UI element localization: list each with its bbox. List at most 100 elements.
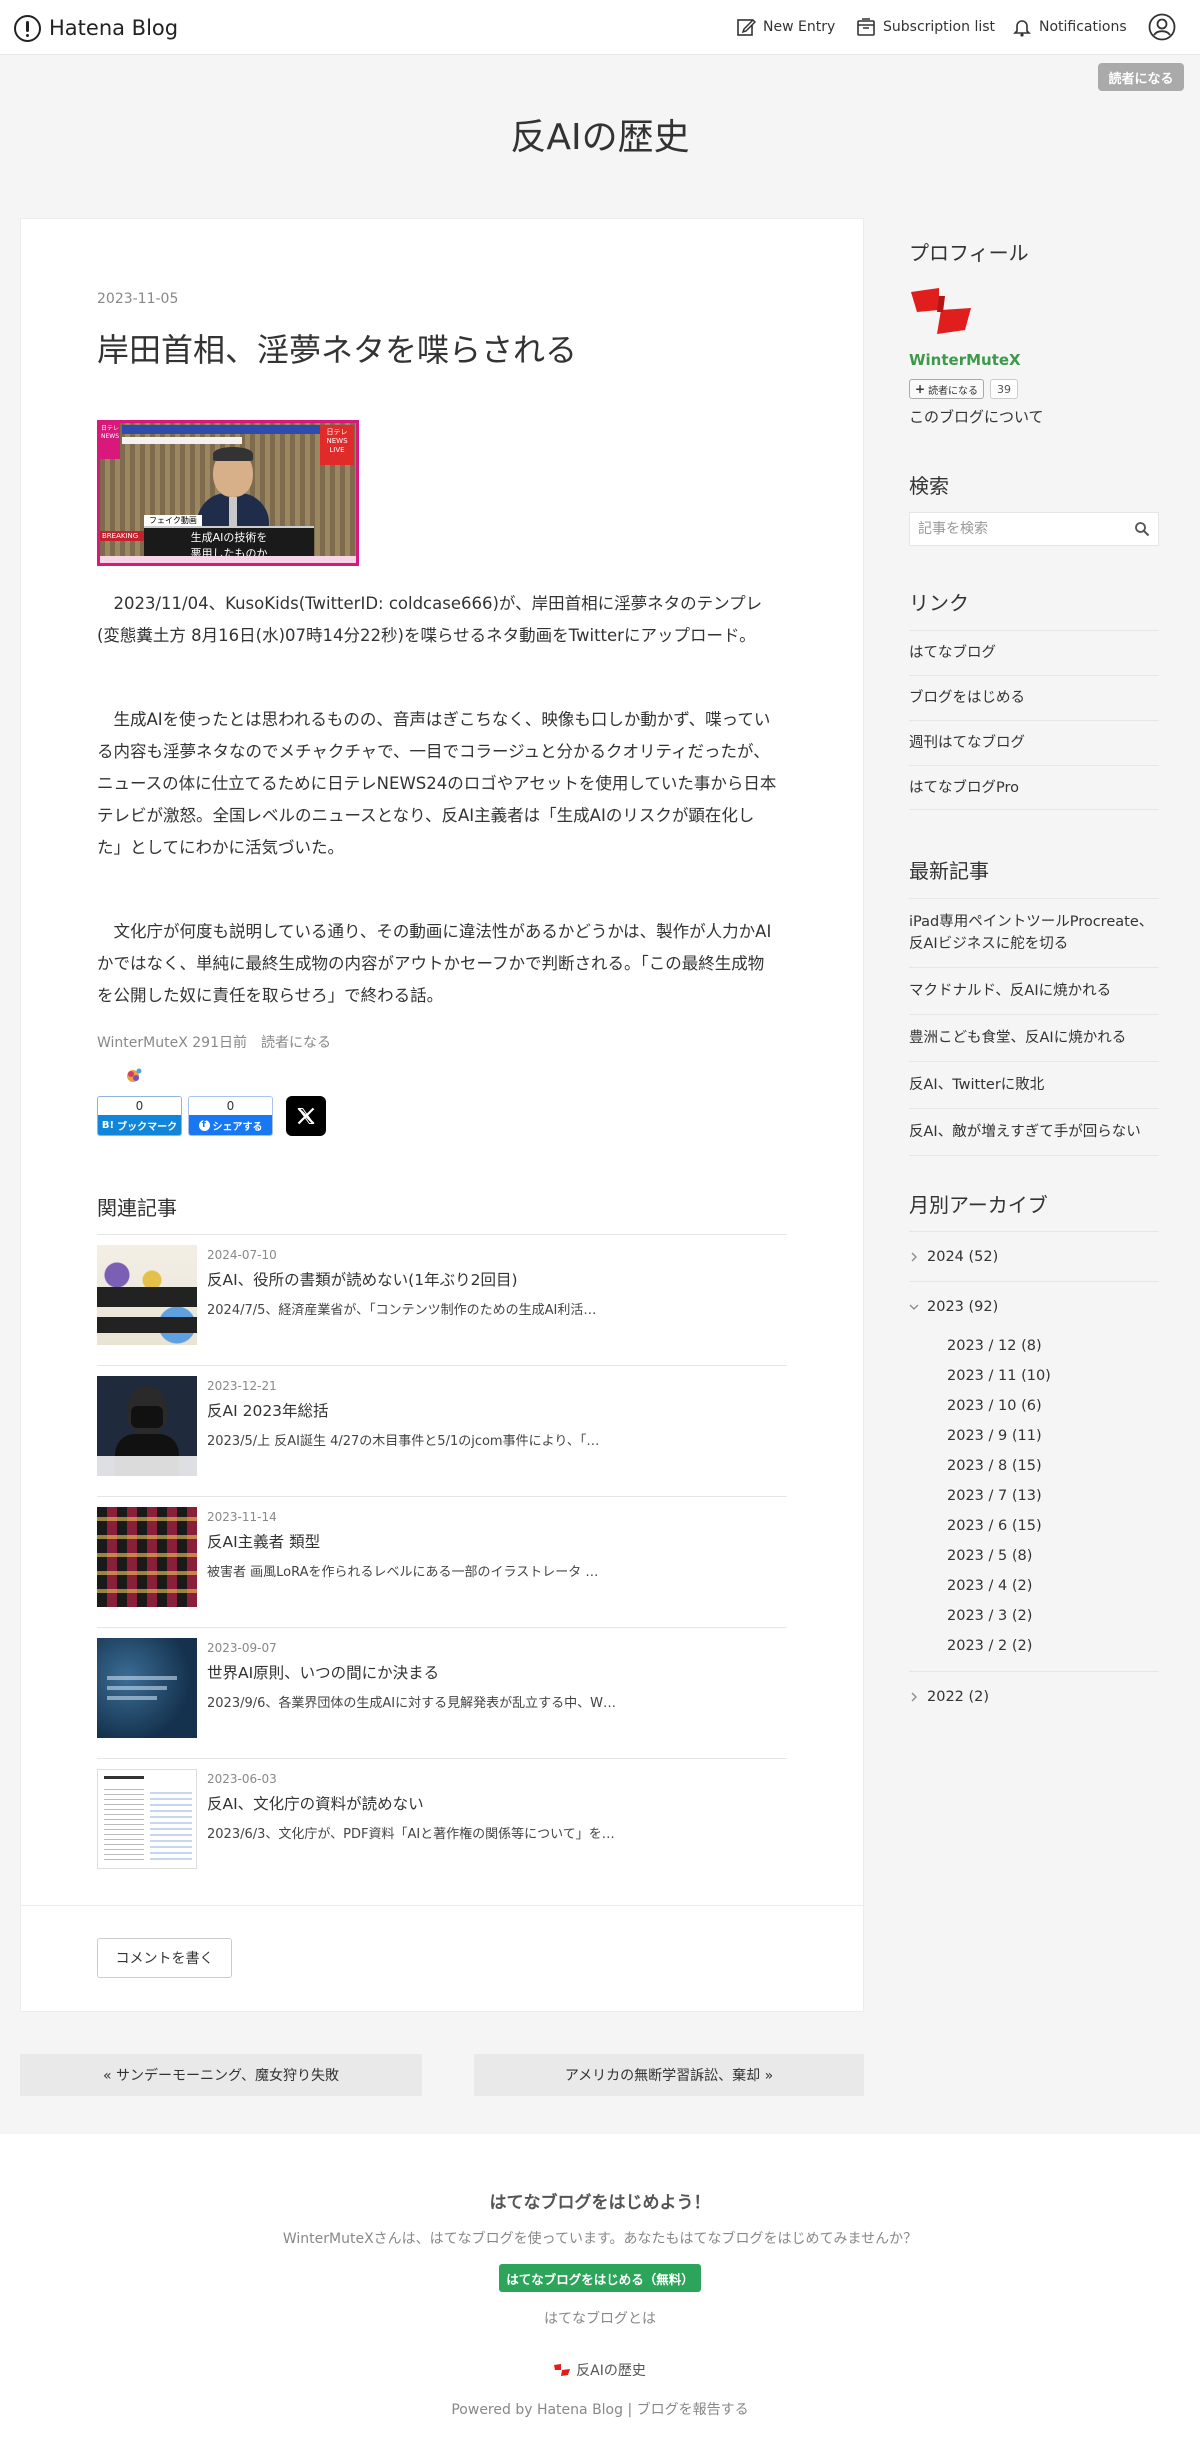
recent-list: iPad専用ペイントツールProcreate、反AIビジネスに舵を切る マクドナ…	[909, 898, 1159, 1156]
related-thumbnail	[97, 1376, 197, 1476]
related-title[interactable]: 反AI、文化庁の資料が読めない	[207, 1792, 424, 1814]
prev-article-link[interactable]: « サンデーモーニング、魔女狩り失敗	[20, 2054, 422, 2096]
notifications-label: Notifications	[1039, 19, 1127, 35]
report-blog-link[interactable]: ブログを報告する	[637, 2402, 749, 2418]
archive-month[interactable]: 2023 / 7 (13)	[947, 1481, 1159, 1511]
blog-favicon-icon	[554, 2364, 571, 2376]
share-label: シェアする	[212, 1121, 263, 1133]
x-share-button[interactable]	[286, 1096, 326, 1136]
subscription-list-link[interactable]: Subscription list	[856, 16, 995, 38]
article-title[interactable]: 岸田首相、淫夢ネタを喋らされる	[97, 325, 577, 371]
bell-icon	[1013, 20, 1031, 37]
bookmark-label-row: B! ブックマーク	[98, 1115, 181, 1135]
archive-month[interactable]: 2023 / 6 (15)	[947, 1511, 1159, 1541]
archive-month[interactable]: 2023 / 4 (2)	[947, 1571, 1159, 1601]
archive-month[interactable]: 2023 / 12 (8)	[947, 1331, 1159, 1361]
write-comment-button[interactable]: コメントを書く	[97, 1938, 232, 1978]
related-title[interactable]: 反AI 2023年総括	[207, 1399, 329, 1421]
related-item[interactable]: 2024-07-10 反AI、役所の書類が読めない(1年ぶり2回目) 2024/…	[97, 1234, 787, 1365]
new-entry-link[interactable]: New Entry	[736, 16, 835, 38]
archive-month[interactable]: 2023 / 10 (6)	[947, 1391, 1159, 1421]
footer-button-wrap: はてなブログをはじめる（無料）	[0, 2264, 1200, 2292]
related-date: 2023-12-21	[207, 1379, 277, 1393]
related-desc: 2024/7/5、経済産業省が、「コンテンツ制作のための生成AI利活…	[207, 1303, 597, 1318]
facebook-share-button[interactable]: 0 f シェアする	[188, 1096, 273, 1136]
link-item[interactable]: ブログをはじめる	[909, 675, 1159, 720]
logo-text: Hatena Blog	[49, 16, 179, 40]
related-desc: 2023/6/3、文化庁が、PDF資料「AIと著作権の関係等について」を…	[207, 1827, 615, 1842]
footer-heading: はてなブログをはじめよう！	[489, 2193, 711, 2213]
image-breaking-label: BREAKING	[100, 531, 144, 541]
profile-follow-button[interactable]: + 読者になる	[909, 379, 985, 399]
search-input[interactable]	[918, 521, 1134, 537]
hatena-logo-icon	[14, 14, 41, 42]
archive-year-2022[interactable]: 2022 (2)	[909, 1671, 1159, 1721]
related-title[interactable]: 反AI主義者 類型	[207, 1530, 320, 1552]
search-icon[interactable]	[1134, 521, 1150, 537]
recent-item[interactable]: マクドナルド、反AIに焼かれる	[909, 967, 1159, 1014]
chevron-right-icon	[911, 1252, 917, 1261]
bookmark-label: ブックマーク	[117, 1121, 178, 1133]
archive-year-label: 2022 (2)	[927, 1688, 990, 1705]
subscription-icon	[857, 18, 875, 36]
archive-month[interactable]: 2023 / 2 (2)	[947, 1631, 1159, 1661]
powered-by-link[interactable]: Powered by Hatena Blog	[451, 2402, 623, 2418]
archive-month[interactable]: 2023 / 11 (10)	[947, 1361, 1159, 1391]
links-list: はてなブログ ブログをはじめる 週刊はてなブログ はてなブログPro	[909, 630, 1159, 810]
image-hair	[213, 447, 253, 461]
archive-year-2023[interactable]: 2023 (92)	[909, 1281, 1159, 1331]
article-byline: WinterMuteX 291日前 読者になる	[97, 1032, 331, 1052]
star-add-icon[interactable]	[124, 1066, 144, 1086]
byline-ago: 291日前	[192, 1035, 247, 1051]
related-item[interactable]: 2023-06-03 反AI、文化庁の資料が読めない 2023/6/3、文化庁が…	[97, 1758, 787, 1889]
plus-icon: +	[915, 382, 926, 396]
start-blog-button[interactable]: はてなブログをはじめる（無料）	[499, 2264, 701, 2292]
link-item[interactable]: はてなブログPro	[909, 765, 1159, 810]
byline-follow-link[interactable]: 読者になる	[261, 1032, 331, 1052]
global-header: Hatena Blog New Entry Subscription list …	[0, 0, 1200, 55]
profile-follow-label: 読者になる	[928, 385, 979, 397]
related-date: 2023-06-03	[207, 1772, 277, 1786]
related-title[interactable]: 世界AI原則、いつの間にか決まる	[207, 1661, 439, 1683]
hatena-blog-logo[interactable]: Hatena Blog	[14, 14, 178, 42]
hatena-bookmark-icon: B!	[101, 1119, 115, 1131]
about-blog-link[interactable]: このブログについて	[909, 406, 1044, 427]
related-desc: 被害者 画風LoRAを作られるレベルにある一部のイラストレータ …	[207, 1565, 599, 1580]
chevron-right-icon	[911, 1692, 917, 1701]
blog-title[interactable]: 反AIの歴史	[0, 108, 1200, 160]
recent-item[interactable]: iPad専用ペイントツールProcreate、反AIビジネスに舵を切る	[909, 898, 1159, 967]
link-item[interactable]: 週刊はてなブログ	[909, 720, 1159, 765]
related-title[interactable]: 反AI、役所の書類が読めない(1年ぶり2回目)	[207, 1268, 518, 1290]
archive-year-label: 2024 (52)	[927, 1248, 999, 1265]
article-date[interactable]: 2023-11-05	[97, 291, 178, 307]
related-item[interactable]: 2023-09-07 世界AI原則、いつの間にか決まる 2023/9/6、各業界…	[97, 1627, 787, 1758]
archive-month[interactable]: 2023 / 3 (2)	[947, 1601, 1159, 1631]
archive-month[interactable]: 2023 / 8 (15)	[947, 1451, 1159, 1481]
profile-avatar-icon[interactable]	[909, 288, 973, 334]
recent-item[interactable]: 豊洲こども食堂、反AIに焼かれる	[909, 1014, 1159, 1061]
profile-name[interactable]: WinterMuteX	[909, 351, 1021, 369]
related-heading: 関連記事	[97, 1196, 177, 1220]
footer-blog-link[interactable]: 反AIの歴史	[0, 2360, 1200, 2380]
related-thumbnail	[97, 1245, 197, 1345]
recent-item[interactable]: 反AI、Twitterに敗北	[909, 1061, 1159, 1108]
related-item[interactable]: 2023-11-14 反AI主義者 類型 被害者 画風LoRAを作られるレベルに…	[97, 1496, 787, 1627]
archive-month[interactable]: 2023 / 9 (11)	[947, 1421, 1159, 1451]
hatena-bookmark-button[interactable]: 0 B! ブックマーク	[97, 1096, 182, 1136]
related-desc: 2023/5/上 反AI誕生 4/27の木目事件と5/1のjcom事件により、「…	[207, 1434, 600, 1449]
archive-month[interactable]: 2023 / 5 (8)	[947, 1541, 1159, 1571]
related-date: 2024-07-10	[207, 1248, 277, 1262]
next-article-link[interactable]: アメリカの無断学習訴訟、棄却 »	[474, 2054, 864, 2096]
archive-year-2024[interactable]: 2024 (52)	[909, 1231, 1159, 1281]
share-label-row: f シェアする	[189, 1115, 272, 1135]
notifications-link[interactable]: Notifications	[1012, 16, 1127, 38]
search-box	[909, 512, 1159, 546]
related-item[interactable]: 2023-12-21 反AI 2023年総括 2023/5/上 反AI誕生 4/…	[97, 1365, 787, 1496]
user-account-icon[interactable]	[1148, 13, 1176, 41]
recent-item[interactable]: 反AI、敵が増えすぎて手が回らない	[909, 1108, 1159, 1156]
byline-author-date[interactable]: WinterMuteX 291日前	[97, 1032, 247, 1052]
follow-blog-button[interactable]: 読者になる	[1098, 63, 1184, 91]
about-hatena-blog-link[interactable]: はてなブログとは	[0, 2308, 1200, 2328]
image-top-strip-2	[122, 437, 242, 444]
link-item[interactable]: はてなブログ	[909, 630, 1159, 675]
